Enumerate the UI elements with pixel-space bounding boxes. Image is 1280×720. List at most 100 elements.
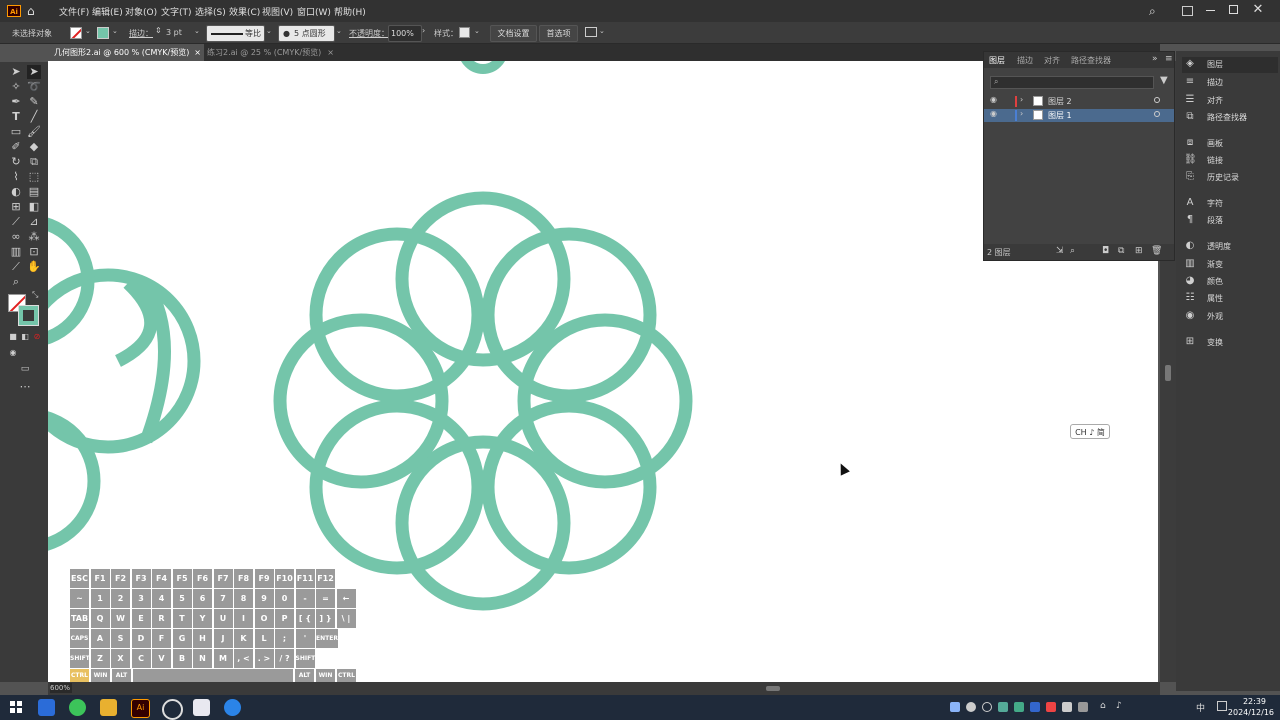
curvature-tool-icon[interactable]: ✎	[27, 95, 41, 109]
dock-item-character[interactable]: A 字符	[1182, 196, 1278, 212]
new-sublayer-icon[interactable]: ⧉	[1118, 246, 1124, 256]
menu-object[interactable]: 对象(O)	[125, 5, 157, 18]
filter-icon[interactable]: ▼	[1160, 75, 1168, 86]
menu-effect[interactable]: 效果(C)	[229, 5, 260, 18]
taskbar-app-icon[interactable]	[69, 699, 86, 716]
horizontal-scrollbar-thumb[interactable]	[766, 686, 780, 691]
brush-dropdown-icon[interactable]: ⌄	[336, 27, 342, 35]
target-circle-icon[interactable]	[1154, 111, 1160, 117]
none-mode-icon[interactable]: ⊘	[30, 330, 44, 344]
perspective-grid-icon[interactable]: ⊞	[9, 200, 23, 214]
document-setup-button[interactable]: 文档设置	[490, 25, 537, 42]
expand-chevron-icon[interactable]: ›	[1020, 95, 1023, 104]
selection-tool-icon[interactable]: ➤	[9, 65, 23, 79]
target-circle-icon[interactable]	[1154, 97, 1160, 103]
more-tools-icon[interactable]: ⋯	[18, 380, 32, 394]
locate-object-icon[interactable]: ⌕	[1070, 246, 1075, 256]
style-swatch[interactable]	[459, 27, 470, 38]
type-tool-icon[interactable]: T	[9, 110, 23, 124]
fill-swatch[interactable]	[70, 27, 82, 39]
brush-definition[interactable]: ● 5 点圆形	[278, 25, 335, 42]
panel-menu-icon[interactable]: ≡	[1165, 54, 1173, 64]
arrange-documents-icon[interactable]	[585, 27, 597, 37]
stroke-stepper-icon[interactable]: ⇕	[155, 26, 162, 35]
measure-icon[interactable]: ⊿	[27, 215, 41, 229]
dock-item-properties[interactable]: ☷ 属性	[1182, 291, 1278, 307]
rectangle-tool-icon[interactable]: ▭	[9, 125, 23, 139]
scale-tool-icon[interactable]: ⧉	[27, 155, 41, 169]
layer-name[interactable]: 图层 2	[1048, 96, 1072, 107]
symbol-sprayer-icon[interactable]: ⁂	[27, 230, 41, 244]
panel-collapse-icon[interactable]: »	[1152, 54, 1158, 64]
opacity-input[interactable]: 100%	[388, 25, 422, 42]
stroke-dropdown-icon[interactable]: ⌄	[112, 27, 118, 35]
taskbar-app-icon[interactable]	[162, 699, 183, 720]
ime-language[interactable]: 中	[1196, 701, 1205, 714]
dock-item-appearance[interactable]: ◉ 外观	[1182, 309, 1278, 325]
tray-icon[interactable]	[1078, 702, 1088, 712]
tab-layers[interactable]: 图层	[989, 55, 1005, 66]
visibility-eye-icon[interactable]: ◉	[990, 95, 997, 104]
stroke-label[interactable]: 描边：	[129, 28, 153, 39]
menu-file[interactable]: 文件(F)	[59, 5, 89, 18]
shape-builder-icon[interactable]: ◐	[9, 185, 23, 199]
start-button-icon[interactable]	[10, 701, 22, 713]
zoom-tool-icon[interactable]: ⌕	[9, 275, 23, 289]
layer-name[interactable]: 图层 1	[1048, 110, 1072, 121]
hand-tool-icon[interactable]: ✋	[27, 260, 41, 274]
magic-wand-icon[interactable]: ✧	[9, 80, 23, 94]
stroke-color-swatch[interactable]	[18, 305, 39, 326]
dock-item-color[interactable]: ◕ 颜色	[1182, 274, 1278, 290]
eraser-tool-icon[interactable]: ◆	[27, 140, 41, 154]
zoom-level[interactable]: 600%	[50, 683, 72, 693]
taskbar-app-icon[interactable]	[224, 699, 241, 716]
menu-help[interactable]: 帮助(H)	[334, 5, 366, 18]
menu-view[interactable]: 视图(V)	[262, 5, 293, 18]
dock-item-pathfinder[interactable]: ⧉ 路径查找器	[1182, 110, 1278, 126]
menu-edit[interactable]: 编辑(E)	[92, 5, 123, 18]
shaper-tool-icon[interactable]: ✐	[9, 140, 23, 154]
direct-selection-tool-icon[interactable]: ➤	[27, 65, 41, 79]
taskbar-app-icon[interactable]	[38, 699, 55, 716]
menu-select[interactable]: 选择(S)	[195, 5, 226, 18]
maximize-icon[interactable]	[1229, 5, 1238, 14]
tab-stroke[interactable]: 描边	[1017, 55, 1033, 66]
layer-row-2[interactable]: ◉ › 图层 2	[984, 95, 1174, 108]
tray-icon[interactable]	[982, 702, 992, 712]
tab-close-icon[interactable]: ×	[327, 44, 334, 61]
dock-item-stroke[interactable]: ≡ 描边	[1182, 75, 1278, 91]
dock-item-link[interactable]: ⛓ 链接	[1182, 153, 1278, 169]
illustrator-taskbar-icon[interactable]: Ai	[131, 699, 150, 718]
workspace-icon[interactable]	[1182, 6, 1193, 16]
clipping-mask-icon[interactable]: ◘	[1102, 246, 1109, 256]
stroke-swatch[interactable]	[97, 27, 109, 39]
clock[interactable]: 22:39 2024/12/16	[1226, 697, 1274, 719]
stroke-weight-value[interactable]: 3 pt	[166, 28, 182, 37]
tray-icon[interactable]	[950, 702, 960, 712]
opacity-arrow-icon[interactable]: ›	[422, 26, 425, 35]
layer-search-input[interactable]: ⌕	[990, 76, 1154, 89]
fill-dropdown-icon[interactable]: ⌄	[85, 27, 91, 35]
blend-tool-icon[interactable]: ∞	[9, 230, 23, 244]
menu-window[interactable]: 窗口(W)	[297, 5, 331, 18]
dock-item-align[interactable]: ☰ 对齐	[1182, 93, 1278, 109]
stroke-weight-dropdown-icon[interactable]: ⌄	[194, 27, 200, 35]
profile-dropdown-icon[interactable]: ⌄	[266, 27, 272, 35]
dock-item-transparency[interactable]: ◐ 透明度	[1182, 239, 1278, 255]
search-icon[interactable]: ⌕	[1149, 4, 1163, 18]
vertical-scrollbar-thumb[interactable]	[1165, 365, 1171, 381]
minimize-icon[interactable]	[1206, 10, 1215, 11]
preferences-button[interactable]: 首选项	[539, 25, 578, 42]
tab-close-icon[interactable]: ×	[194, 44, 201, 61]
arrange-dropdown-icon[interactable]: ⌄	[599, 27, 605, 35]
tray-icon[interactable]	[1014, 702, 1024, 712]
taskbar-app-icon[interactable]	[193, 699, 210, 716]
network-icon[interactable]: ⌂	[1100, 701, 1106, 711]
eyedropper-icon[interactable]: ⟋	[9, 215, 23, 229]
gradient-tool-icon[interactable]: ◧	[27, 200, 41, 214]
close-icon[interactable]: ✕	[1251, 2, 1265, 18]
dock-item-history[interactable]: ⎘ 历史记录	[1182, 170, 1278, 186]
opacity-label[interactable]: 不透明度：	[349, 28, 389, 39]
tray-icon[interactable]	[1030, 702, 1040, 712]
dock-item-transform[interactable]: ⊞ 变换	[1182, 335, 1278, 351]
